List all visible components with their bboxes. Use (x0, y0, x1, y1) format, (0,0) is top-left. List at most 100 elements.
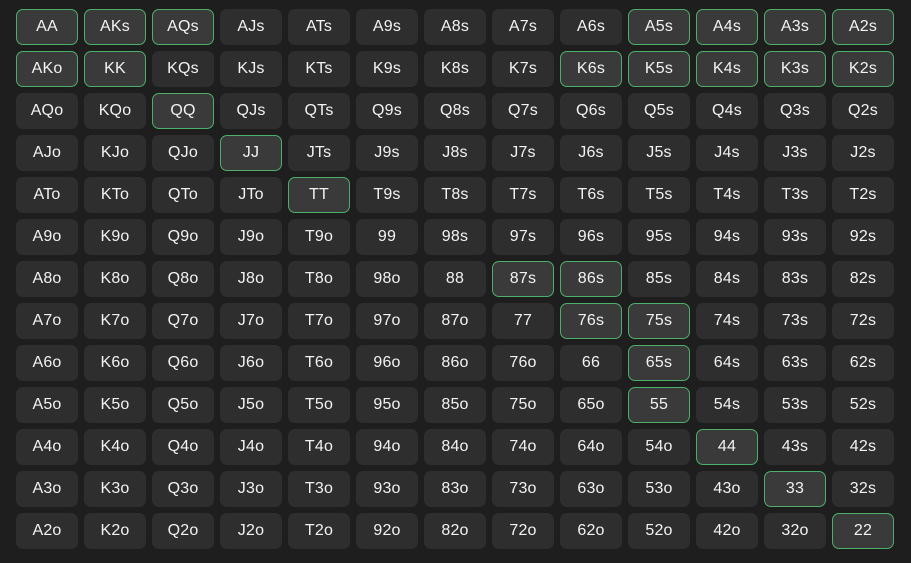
hand-cell-65o[interactable]: 65o (560, 387, 622, 423)
hand-cell-87s[interactable]: 87s (492, 261, 554, 297)
hand-cell-95s[interactable]: 95s (628, 219, 690, 255)
hand-cell-98s[interactable]: 98s (424, 219, 486, 255)
hand-cell-ato[interactable]: ATo (16, 177, 78, 213)
hand-cell-j8o[interactable]: J8o (220, 261, 282, 297)
hand-cell-ajo[interactable]: AJo (16, 135, 78, 171)
hand-cell-73s[interactable]: 73s (764, 303, 826, 339)
hand-cell-64o[interactable]: 64o (560, 429, 622, 465)
hand-cell-kqs[interactable]: KQs (152, 51, 214, 87)
hand-cell-95o[interactable]: 95o (356, 387, 418, 423)
hand-cell-k9s[interactable]: K9s (356, 51, 418, 87)
hand-cell-qts[interactable]: QTs (288, 93, 350, 129)
hand-cell-q2o[interactable]: Q2o (152, 513, 214, 549)
hand-cell-j6s[interactable]: J6s (560, 135, 622, 171)
hand-cell-q4s[interactable]: Q4s (696, 93, 758, 129)
hand-cell-t4o[interactable]: T4o (288, 429, 350, 465)
hand-cell-t6s[interactable]: T6s (560, 177, 622, 213)
hand-cell-aqo[interactable]: AQo (16, 93, 78, 129)
hand-cell-q6s[interactable]: Q6s (560, 93, 622, 129)
hand-cell-q9s[interactable]: Q9s (356, 93, 418, 129)
hand-cell-ats[interactable]: ATs (288, 9, 350, 45)
hand-cell-74s[interactable]: 74s (696, 303, 758, 339)
hand-cell-a2o[interactable]: A2o (16, 513, 78, 549)
hand-cell-k9o[interactable]: K9o (84, 219, 146, 255)
hand-cell-a7s[interactable]: A7s (492, 9, 554, 45)
hand-cell-82o[interactable]: 82o (424, 513, 486, 549)
hand-cell-j8s[interactable]: J8s (424, 135, 486, 171)
hand-cell-k8s[interactable]: K8s (424, 51, 486, 87)
hand-cell-42s[interactable]: 42s (832, 429, 894, 465)
hand-cell-53s[interactable]: 53s (764, 387, 826, 423)
hand-cell-k6o[interactable]: K6o (84, 345, 146, 381)
hand-cell-42o[interactable]: 42o (696, 513, 758, 549)
hand-cell-qq[interactable]: QQ (152, 93, 214, 129)
hand-cell-77[interactable]: 77 (492, 303, 554, 339)
hand-cell-32o[interactable]: 32o (764, 513, 826, 549)
hand-cell-t2s[interactable]: T2s (832, 177, 894, 213)
hand-cell-a6s[interactable]: A6s (560, 9, 622, 45)
hand-cell-j5s[interactable]: J5s (628, 135, 690, 171)
hand-cell-84s[interactable]: 84s (696, 261, 758, 297)
hand-cell-a8o[interactable]: A8o (16, 261, 78, 297)
hand-cell-52o[interactable]: 52o (628, 513, 690, 549)
hand-cell-66[interactable]: 66 (560, 345, 622, 381)
hand-cell-a3s[interactable]: A3s (764, 9, 826, 45)
hand-cell-jto[interactable]: JTo (220, 177, 282, 213)
hand-cell-84o[interactable]: 84o (424, 429, 486, 465)
hand-cell-76s[interactable]: 76s (560, 303, 622, 339)
hand-cell-64s[interactable]: 64s (696, 345, 758, 381)
hand-cell-q7s[interactable]: Q7s (492, 93, 554, 129)
hand-cell-43s[interactable]: 43s (764, 429, 826, 465)
hand-cell-t9s[interactable]: T9s (356, 177, 418, 213)
hand-cell-62o[interactable]: 62o (560, 513, 622, 549)
hand-cell-a7o[interactable]: A7o (16, 303, 78, 339)
hand-cell-63o[interactable]: 63o (560, 471, 622, 507)
hand-cell-53o[interactable]: 53o (628, 471, 690, 507)
hand-cell-q5o[interactable]: Q5o (152, 387, 214, 423)
hand-cell-q3s[interactable]: Q3s (764, 93, 826, 129)
hand-cell-j7s[interactable]: J7s (492, 135, 554, 171)
hand-cell-jts[interactable]: JTs (288, 135, 350, 171)
hand-cell-74o[interactable]: 74o (492, 429, 554, 465)
hand-cell-93s[interactable]: 93s (764, 219, 826, 255)
hand-cell-q3o[interactable]: Q3o (152, 471, 214, 507)
hand-cell-88[interactable]: 88 (424, 261, 486, 297)
hand-cell-aa[interactable]: AA (16, 9, 78, 45)
hand-cell-j3s[interactable]: J3s (764, 135, 826, 171)
hand-cell-k4o[interactable]: K4o (84, 429, 146, 465)
hand-cell-22[interactable]: 22 (832, 513, 894, 549)
hand-cell-q5s[interactable]: Q5s (628, 93, 690, 129)
hand-cell-a3o[interactable]: A3o (16, 471, 78, 507)
hand-cell-a5o[interactable]: A5o (16, 387, 78, 423)
hand-cell-kjs[interactable]: KJs (220, 51, 282, 87)
hand-cell-j6o[interactable]: J6o (220, 345, 282, 381)
hand-cell-t8o[interactable]: T8o (288, 261, 350, 297)
hand-cell-55[interactable]: 55 (628, 387, 690, 423)
hand-cell-q8o[interactable]: Q8o (152, 261, 214, 297)
hand-cell-75s[interactable]: 75s (628, 303, 690, 339)
hand-cell-q7o[interactable]: Q7o (152, 303, 214, 339)
hand-cell-92o[interactable]: 92o (356, 513, 418, 549)
hand-cell-98o[interactable]: 98o (356, 261, 418, 297)
hand-cell-kqo[interactable]: KQo (84, 93, 146, 129)
hand-cell-j2s[interactable]: J2s (832, 135, 894, 171)
hand-cell-43o[interactable]: 43o (696, 471, 758, 507)
hand-cell-83s[interactable]: 83s (764, 261, 826, 297)
hand-cell-92s[interactable]: 92s (832, 219, 894, 255)
hand-cell-76o[interactable]: 76o (492, 345, 554, 381)
hand-cell-a9o[interactable]: A9o (16, 219, 78, 255)
hand-cell-t7o[interactable]: T7o (288, 303, 350, 339)
hand-cell-65s[interactable]: 65s (628, 345, 690, 381)
hand-cell-97s[interactable]: 97s (492, 219, 554, 255)
hand-cell-54o[interactable]: 54o (628, 429, 690, 465)
hand-cell-aqs[interactable]: AQs (152, 9, 214, 45)
hand-cell-99[interactable]: 99 (356, 219, 418, 255)
hand-cell-86o[interactable]: 86o (424, 345, 486, 381)
hand-cell-q9o[interactable]: Q9o (152, 219, 214, 255)
hand-cell-72o[interactable]: 72o (492, 513, 554, 549)
hand-cell-72s[interactable]: 72s (832, 303, 894, 339)
hand-cell-a8s[interactable]: A8s (424, 9, 486, 45)
hand-cell-k8o[interactable]: K8o (84, 261, 146, 297)
hand-cell-k5o[interactable]: K5o (84, 387, 146, 423)
hand-cell-kjo[interactable]: KJo (84, 135, 146, 171)
